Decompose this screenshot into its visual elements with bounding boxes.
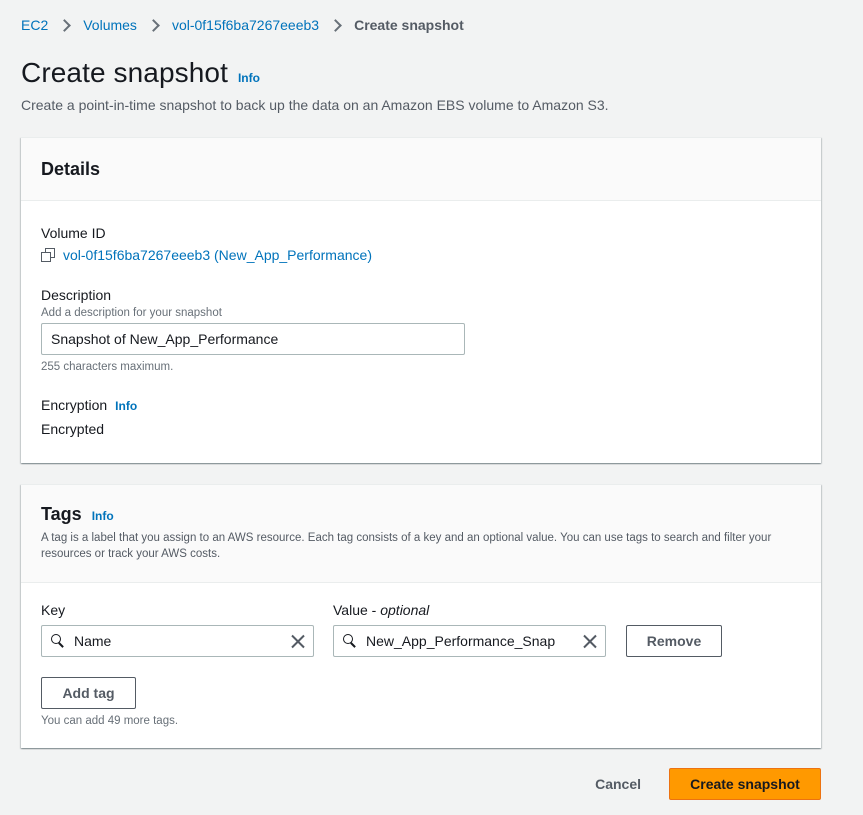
tag-column-labels: Key Value - optional [41,602,801,618]
details-body: Volume ID vol-0f15f6ba7267eeeb3 (New_App… [21,201,821,457]
cancel-button[interactable]: Cancel [595,776,641,792]
chevron-right-icon [58,18,72,32]
tag-row: Name New_App_Performance_Snap Remove [41,625,801,657]
chevron-right-icon [329,18,342,32]
details-title: Details [41,158,101,179]
description-input[interactable] [41,323,465,355]
tags-panel-header: Tags Info A tag is a label that you assi… [21,485,821,583]
volume-id-label: Volume ID [41,225,106,241]
tags-panel: Tags Info A tag is a label that you assi… [21,484,821,748]
header-info-link[interactable]: Info [238,71,260,85]
page-header: Create snapshot Info Create a point-in-t… [21,57,609,113]
breadcrumb-current: Create snapshot [354,17,464,33]
encryption-label: Encryption [41,397,108,413]
value-label: Value [333,602,368,618]
clear-icon[interactable] [582,634,597,649]
description-constraint: 255 characters maximum. [41,361,174,373]
encryption-info-link[interactable]: Info [115,399,137,413]
volume-id-field: Volume ID vol-0f15f6ba7267eeeb3 (New_App… [41,225,801,263]
volume-id-link-row: vol-0f15f6ba7267eeeb3 (New_App_Performan… [41,247,801,263]
tags-info-link[interactable]: Info [92,509,114,523]
chevron-right-icon [147,18,160,32]
description-field: Description Add a description for your s… [41,287,801,373]
tag-key-value: Name [74,633,112,649]
encryption-label-row: Encryption Info [41,397,801,413]
key-label: Key [41,602,66,618]
description-label: Description [41,287,112,303]
tags-remaining: You can add 49 more tags. [41,715,179,727]
details-panel: Details Volume ID vol-0f15f6ba7267eeeb3 … [21,137,821,463]
add-tag-button[interactable]: Add tag [41,677,136,709]
copy-icon[interactable] [41,248,55,262]
volume-id-link[interactable]: vol-0f15f6ba7267eeeb3 (New_App_Performan… [63,247,372,263]
description-hint: Add a description for your snapshot [41,307,222,319]
title-row: Create snapshot Info [21,57,609,89]
remove-tag-button[interactable]: Remove [626,625,722,657]
page-description: Create a point-in-time snapshot to back … [21,97,609,113]
create-snapshot-button[interactable]: Create snapshot [669,768,821,800]
tags-body: Key Value - optional Name New_App_Perfor… [21,583,821,746]
search-icon [51,634,65,648]
details-panel-header: Details [21,138,821,201]
value-label-group: Value - optional [333,602,430,618]
tags-title-row: Tags Info [41,504,801,525]
tag-key-input[interactable]: Name [41,625,314,657]
breadcrumb: EC2 Volumes vol-0f15f6ba7267eeeb3 Create… [21,16,464,34]
clear-icon[interactable] [290,634,305,649]
page-title: Create snapshot [21,57,228,88]
tags-description: A tag is a label that you assign to an A… [41,532,772,560]
tag-value-input[interactable]: New_App_Performance_Snap [333,625,606,657]
encryption-field: Encryption Info Encrypted [41,397,801,437]
tags-title: Tags [41,504,82,524]
breadcrumb-ec2[interactable]: EC2 [21,17,48,33]
footer-actions: Cancel Create snapshot [595,768,821,800]
breadcrumb-volume-id[interactable]: vol-0f15f6ba7267eeeb3 [172,17,319,33]
encryption-value: Encrypted [41,421,105,437]
tag-value-value: New_App_Performance_Snap [366,633,556,649]
breadcrumb-volumes[interactable]: Volumes [83,17,137,33]
value-optional: optional [380,602,430,618]
search-icon [343,634,357,648]
